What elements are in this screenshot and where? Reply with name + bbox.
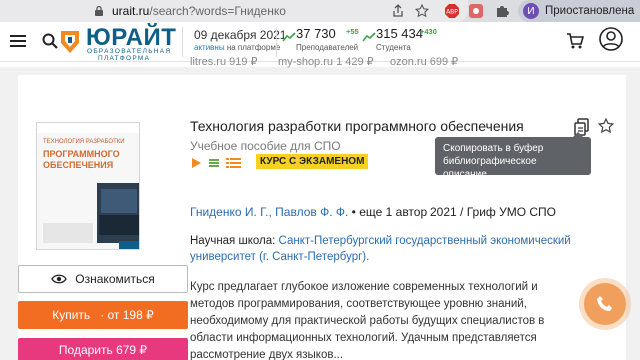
user-account-icon[interactable] [599,27,623,56]
preview-label: Ознакомиться [75,272,155,286]
checklist-icon[interactable] [226,156,242,174]
star-icon[interactable] [412,1,432,21]
cover-title: ПРОГРАММНОГО ОБЕСПЕЧЕНИЯ [43,149,120,170]
logo-mark-icon [58,29,82,60]
tooltip-line-1: Скопировать в буфер [443,143,544,154]
school-link-cont[interactable]: университет (г. Санкт-Петербург). [190,251,369,263]
book-cover[interactable]: ТЕХНОЛОГИЯ РАЗРАБОТКИ ПРОГРАММНОГО ОБЕСП… [36,122,140,250]
callback-phone-button[interactable] [584,283,626,325]
book-description: Курс предлагает глубокое изложение совре… [190,281,545,360]
school-label: Научная школа: [190,235,279,247]
profile-button[interactable]: И Приостановлена [518,0,640,22]
students-count: 315 434 [376,26,423,41]
teachers-increase: +55 [346,27,359,36]
date-caption-rest: на платформе [224,43,281,52]
logo-subtitle-2: ПЛАТФОРМА [98,55,151,62]
cover-subtitle: ТЕХНОЛОГИЯ РАЗРАБОТКИ [43,139,125,145]
logo-subtitle-1: ОБРАЗОВАТЕЛЬНАЯ [87,48,172,55]
book-authors[interactable]: Гниденко И. Г., Павлов Ф. Ф. • еще 1 авт… [190,205,427,219]
buy-button[interactable]: Купить · от 198 ₽ [18,301,188,329]
url-path: /search?words=Гниденко [149,4,286,18]
trend-up-icon [362,29,376,47]
authors-names[interactable]: Гниденко И. Г., Павлов Ф. Ф. [190,205,348,219]
scientific-school: Научная школа: Санкт-Петербургский госуд… [190,233,590,265]
book-type: Учебное пособие для СПО [190,139,341,153]
abp-extension-icon[interactable]: ABP [442,1,462,21]
current-date: 09 декабря 2021 [194,28,287,42]
active-link[interactable]: активны [194,43,225,52]
menu-icon[interactable] [10,34,26,53]
students-increase: +430 [420,27,437,36]
store-price-myshop[interactable]: my-shop.ru 1 429 ₽ [278,55,374,68]
text-format-icon[interactable] [208,156,220,174]
tooltip-line-2: библиографическое описание [443,156,537,180]
search-icon[interactable] [42,33,58,54]
trend-up-icon [282,29,296,47]
divider [182,27,183,57]
favorite-star-icon[interactable] [597,117,615,139]
year-and-grif: 2021 / Гриф УМО СПО [430,205,557,219]
url-text[interactable]: urait.ru/search?words=Гниденко [112,4,286,18]
teachers-count: 37 730 [296,26,336,41]
teachers-label: Преподавателей [296,43,359,52]
buy-label: Купить [52,308,91,322]
exam-course-badge[interactable]: КУРС С ЭКЗАМЕНОМ [256,154,369,169]
gift-button[interactable]: Подарить 679 ₽ [18,338,188,360]
avatar: И [523,3,539,19]
store-price-litres[interactable]: litres.ru 919 ₽ [190,55,258,68]
school-link[interactable]: Санкт-Петербургский государственный экон… [279,235,571,247]
puzzle-icon[interactable] [492,1,512,21]
eye-icon [51,274,68,284]
lock-icon[interactable] [92,4,106,18]
preview-button[interactable]: Ознакомиться [18,265,188,293]
profile-status: Приостановлена [545,5,635,17]
url-host: urait.ru [112,4,150,18]
video-play-icon[interactable] [190,156,202,174]
date-caption: активны на платформе [194,43,280,52]
svg-text:ABP: ABP [446,9,458,16]
buy-price: · от 198 ₽ [100,308,154,322]
divider [276,27,277,57]
phone-icon [596,295,614,313]
browser-toolbar: urait.ru/search?words=Гниденко ABP И При… [0,0,640,22]
students-label: Студента [376,43,411,52]
copy-tooltip: Скопировать в буфер библиографическое оп… [435,132,591,180]
authors-more[interactable]: • еще 1 автор [348,205,427,219]
cart-icon[interactable] [566,32,585,55]
gift-label: Подарить 679 ₽ [58,343,148,357]
extension-icon[interactable] [466,1,486,21]
share-icon[interactable] [388,1,408,21]
book-title[interactable]: Технология разработки программного обесп… [190,118,524,134]
store-price-ozon[interactable]: ozon.ru 699 ₽ [390,55,458,68]
